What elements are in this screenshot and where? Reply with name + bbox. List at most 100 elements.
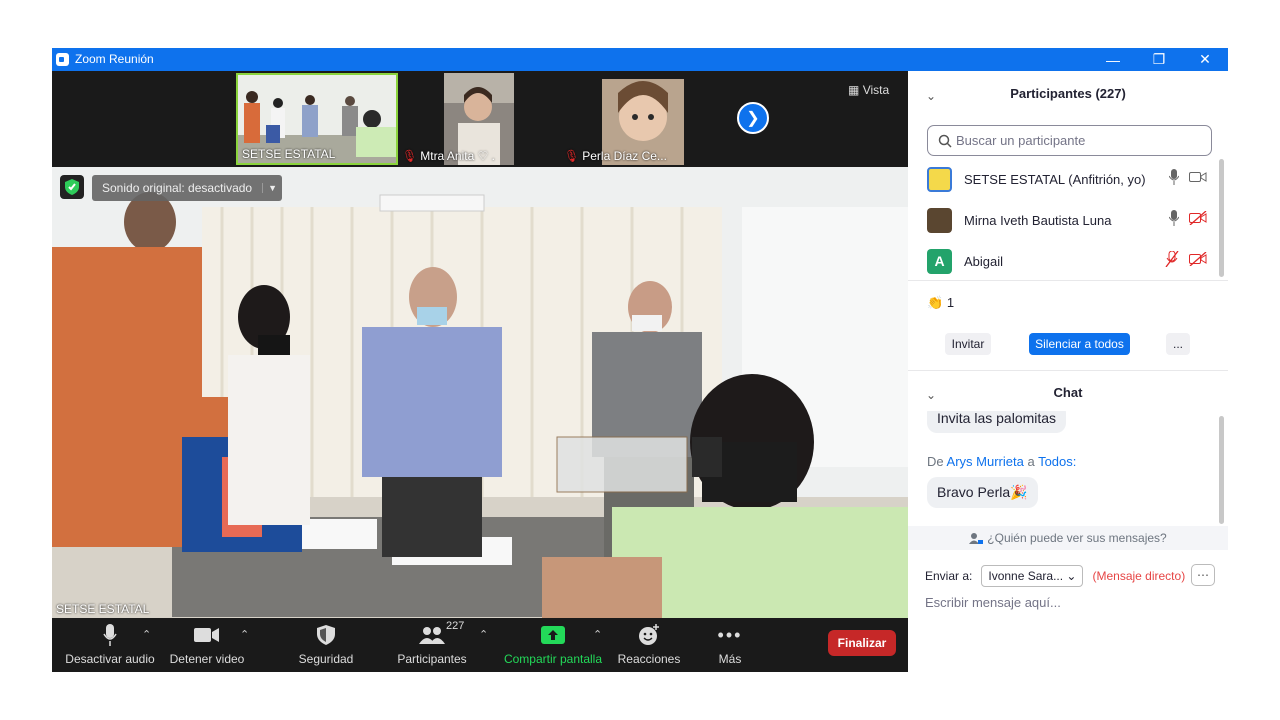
search-placeholder: Buscar un participante xyxy=(956,133,1086,148)
who-can-see-messages[interactable]: ¿Quién puede ver sus mensajes? xyxy=(908,526,1228,550)
mute-all-button[interactable]: Silenciar a todos xyxy=(1029,333,1130,355)
grid-icon: ▦ xyxy=(848,83,860,97)
chat-message-input[interactable]: Escribir mensaje aquí... xyxy=(925,595,1061,610)
zoom-app-icon xyxy=(56,53,69,66)
main-video: Sonido original: desactivado ▼ SETSE EST… xyxy=(52,167,908,618)
minimize-button[interactable]: — xyxy=(1090,48,1136,71)
stop-video-label: Detener video xyxy=(169,652,245,666)
view-button[interactable]: ▦ Vista xyxy=(848,83,889,97)
chat-messages: Invita las palomitas De Arys Murrieta a … xyxy=(908,411,1228,526)
chevron-right-icon: ❯ xyxy=(746,110,760,127)
divider xyxy=(908,280,1228,281)
chevron-down-icon: ⌄ xyxy=(1066,569,1077,583)
video-off-icon[interactable] xyxy=(1189,252,1207,266)
security-label: Seguridad xyxy=(298,652,354,666)
thumbnail-name: SETSE ESTATAL xyxy=(242,147,336,161)
avatar xyxy=(927,207,952,233)
meeting-toolbar: Desactivar audio ⌃ Detener video ⌃ Segur… xyxy=(52,618,908,672)
chevron-up-icon[interactable]: ⌃ xyxy=(479,628,488,641)
more-button[interactable]: ••• Más xyxy=(704,622,756,667)
person-lock-icon xyxy=(969,532,984,544)
microphone-off-icon[interactable] xyxy=(1165,251,1179,267)
participants-button[interactable]: 227 Participantes xyxy=(392,620,472,666)
chat-title: Chat xyxy=(1053,385,1083,400)
security-button[interactable]: Seguridad xyxy=(290,622,362,666)
window-title: Zoom Reunión xyxy=(75,52,154,66)
avatar xyxy=(927,166,952,192)
recipient-dropdown[interactable]: Ivonne Sara... ⌄ xyxy=(981,565,1084,587)
chat-message: Bravo Perla🎉 xyxy=(927,477,1038,508)
participants-title: Participantes (227) xyxy=(1010,86,1126,101)
zoom-window: Zoom Reunión — ❐ ✕ SETSE ESTATAL 🎙︎ Mtra… xyxy=(52,48,1228,672)
chat-message-header: De Arys Murrieta a Todos: xyxy=(927,454,1076,469)
original-sound-toggle[interactable]: Sonido original: desactivado ▼ xyxy=(92,175,283,201)
thumbnail-strip: SETSE ESTATAL 🎙︎ Mtra Anita ♡ . 🎙︎ Perla… xyxy=(52,71,908,167)
participants-icon xyxy=(419,627,445,644)
view-label: Vista xyxy=(862,83,890,97)
send-to-label: Enviar a: xyxy=(925,569,973,583)
participant-row[interactable]: Mirna Iveth Bautista Luna xyxy=(927,206,1207,234)
microphone-icon xyxy=(103,624,117,646)
from-prefix: De xyxy=(927,454,944,469)
thumbnail-name: 🎙︎ Perla Díaz Ce... xyxy=(564,149,667,163)
participants-scrollbar[interactable] xyxy=(1219,159,1224,277)
send-to-row: Enviar a: Ivonne Sara... ⌄ (Mensaje dire… xyxy=(925,564,1215,588)
video-thumbnail[interactable]: 🎙︎ Mtra Anita ♡ . xyxy=(398,73,560,165)
clap-hands-icon: 👏 xyxy=(927,295,944,310)
chat-message: Invita las palomitas xyxy=(927,411,1067,433)
security-shield-icon[interactable] xyxy=(60,175,84,199)
chevron-down-icon[interactable]: ▼ xyxy=(262,183,282,193)
recipient-value: Ivonne Sara... xyxy=(988,569,1064,583)
video-camera-icon[interactable] xyxy=(1189,171,1207,183)
video-camera-icon xyxy=(194,628,219,642)
participant-search-input[interactable]: Buscar un participante xyxy=(927,125,1212,156)
to-prefix: a xyxy=(1027,454,1035,469)
side-panel: ⌄ Participantes (227) Buscar un particip… xyxy=(908,71,1228,672)
restore-button[interactable]: ❐ xyxy=(1136,48,1182,71)
next-page-button[interactable]: ❯ xyxy=(737,102,769,134)
more-dots-icon: ⋯ xyxy=(1197,568,1209,582)
who-can-see-label: ¿Quién puede ver sus mensajes? xyxy=(987,531,1167,545)
original-sound-label: Sonido original: desactivado xyxy=(102,181,253,195)
reactions-button[interactable]: Reacciones xyxy=(614,622,684,666)
meeting-stage: SETSE ESTATAL 🎙︎ Mtra Anita ♡ . 🎙︎ Perla… xyxy=(52,71,908,672)
more-dots-icon: ••• xyxy=(717,624,743,645)
participant-row[interactable]: SETSE ESTATAL (Anfitrión, yo) xyxy=(927,165,1207,193)
raised-hands-count: 1 xyxy=(946,295,955,310)
participants-count: 227 xyxy=(446,620,465,632)
video-off-icon[interactable] xyxy=(1189,211,1207,225)
stop-video-button[interactable]: Detener video xyxy=(164,622,250,666)
microphone-icon[interactable] xyxy=(1169,210,1179,226)
end-meeting-button[interactable]: Finalizar xyxy=(828,630,896,656)
chevron-up-icon[interactable]: ⌃ xyxy=(142,628,151,641)
share-screen-button[interactable]: Compartir pantalla xyxy=(500,622,606,666)
search-icon xyxy=(938,134,952,148)
more-label: Más xyxy=(718,652,742,666)
mic-muted-icon: 🎙︎ xyxy=(402,149,418,163)
title-bar: Zoom Reunión — ❐ ✕ xyxy=(52,48,1228,71)
shield-check-icon xyxy=(65,179,79,195)
thumbnail-name: 🎙︎ Mtra Anita ♡ . xyxy=(402,149,495,163)
participants-more-button[interactable]: ... xyxy=(1166,333,1190,355)
chevron-up-icon[interactable]: ⌃ xyxy=(593,628,602,641)
main-speaker-name: SETSE ESTATAL xyxy=(56,602,150,616)
thumbnail-name-text: Perla Díaz Ce... xyxy=(582,149,667,163)
video-thumbnail[interactable]: 🎙︎ Perla Díaz Ce... xyxy=(560,73,722,165)
thumbnail-name-text: Mtra Anita ♡ . xyxy=(420,149,496,163)
chevron-up-icon[interactable]: ⌃ xyxy=(240,628,249,641)
participants-label: Participantes xyxy=(397,652,467,666)
main-video-image xyxy=(52,167,908,618)
invite-button[interactable]: Invitar xyxy=(945,333,991,355)
chat-scrollbar[interactable] xyxy=(1219,416,1224,524)
sender-name[interactable]: Arys Murrieta xyxy=(947,454,1024,469)
direct-message-label: (Mensaje directo) xyxy=(1092,569,1186,583)
recipient-name[interactable]: Todos: xyxy=(1038,454,1076,469)
participant-row[interactable]: A Abigail xyxy=(927,247,1207,275)
microphone-icon[interactable] xyxy=(1169,169,1179,185)
share-screen-icon xyxy=(541,626,565,644)
close-button[interactable]: ✕ xyxy=(1182,48,1228,71)
shield-icon xyxy=(317,625,335,645)
chat-more-button[interactable]: ⋯ xyxy=(1191,564,1215,586)
video-thumbnail[interactable]: SETSE ESTATAL xyxy=(236,73,398,165)
mic-muted-icon: 🎙︎ xyxy=(564,149,580,163)
